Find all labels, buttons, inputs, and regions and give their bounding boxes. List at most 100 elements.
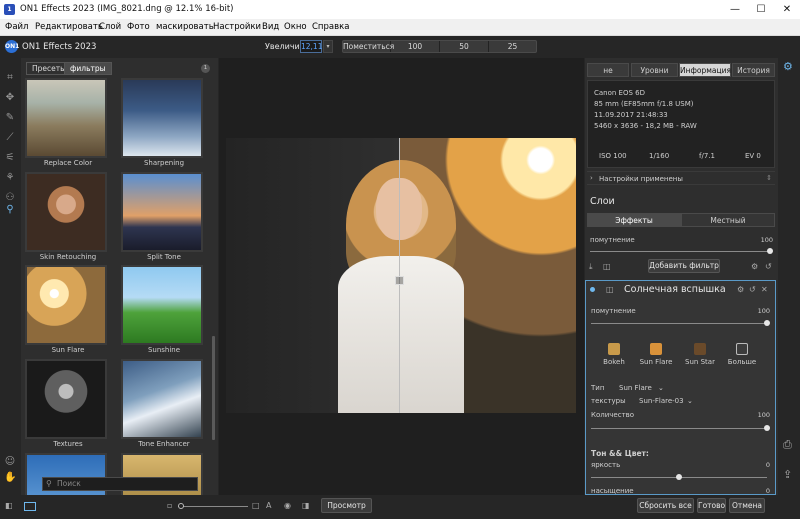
tab-filters[interactable]: фильтры bbox=[64, 62, 112, 75]
zoom-dropdown-chevron-icon[interactable]: ▾ bbox=[323, 40, 333, 53]
view-mode-icon[interactable] bbox=[24, 502, 36, 511]
menu-mask[interactable]: маскировать bbox=[156, 22, 214, 32]
zoom-small-icon[interactable]: ▫ bbox=[167, 501, 172, 510]
filter-tile-tone-enhancer[interactable]: Tone Enhancer bbox=[121, 359, 207, 448]
menu-photo[interactable]: Фото bbox=[127, 22, 150, 32]
flare-type-sun-flare[interactable]: Sun Flare bbox=[636, 343, 676, 366]
flare-type-sun-star[interactable]: Sun Star bbox=[680, 343, 720, 366]
done-button[interactable]: Готово bbox=[697, 498, 726, 513]
tab-navigator[interactable]: не bbox=[587, 63, 629, 77]
filter-tile-sun-flare[interactable]: Sun Flare bbox=[25, 265, 111, 354]
zoom-fit-button[interactable]: Поместиться bbox=[343, 41, 394, 52]
text-icon[interactable]: A bbox=[266, 501, 271, 510]
brightness-value[interactable]: 0 bbox=[750, 461, 770, 469]
print-icon[interactable]: ⎙ bbox=[783, 438, 792, 452]
photo-preview[interactable] bbox=[226, 138, 576, 413]
texture-chevron-icon[interactable]: ⌄ bbox=[687, 397, 693, 405]
menu-help[interactable]: Справка bbox=[312, 22, 349, 32]
compare-icon[interactable]: ◨ bbox=[302, 501, 310, 510]
thumbnail-size-knob[interactable] bbox=[178, 503, 184, 509]
filter-close-icon[interactable]: ✕ bbox=[761, 285, 768, 294]
zoom-25-button[interactable]: 25 bbox=[489, 41, 536, 52]
move-tool-icon[interactable]: ✥ bbox=[4, 92, 16, 104]
tab-info[interactable]: Информация bbox=[679, 63, 731, 77]
split-handle[interactable] bbox=[395, 276, 404, 285]
retouch-tool-icon[interactable]: ⚘ bbox=[4, 172, 16, 184]
filter-tile-replace-color[interactable]: Replace Color bbox=[25, 78, 111, 167]
zoom-50-button[interactable]: 50 bbox=[440, 41, 489, 52]
zoom-input[interactable]: 12,11 bbox=[300, 40, 322, 53]
filter-opacity-knob[interactable] bbox=[764, 320, 770, 326]
filter-gear-icon[interactable]: ⚙ bbox=[737, 285, 744, 294]
reset-all-button[interactable]: Сбросить все bbox=[637, 498, 694, 513]
menu-edit[interactable]: Редактировать bbox=[35, 22, 103, 32]
applied-settings-row[interactable]: › Настройки применены ⇕ bbox=[587, 171, 775, 185]
zoom-100-button[interactable]: 100 bbox=[391, 41, 440, 52]
layer-opacity-track[interactable] bbox=[590, 251, 770, 252]
filter-tile-sunshine[interactable]: Sunshine bbox=[121, 265, 207, 354]
layer-opacity-knob[interactable] bbox=[767, 248, 773, 254]
cancel-button[interactable]: Отмена bbox=[729, 498, 765, 513]
amount-track[interactable] bbox=[591, 428, 767, 429]
crop-tool-icon[interactable]: ⌗ bbox=[4, 72, 16, 84]
flare-type-more[interactable]: Больше bbox=[722, 343, 762, 366]
zoom-large-icon[interactable]: □ bbox=[252, 501, 260, 510]
import-icon[interactable]: ⤓ bbox=[589, 262, 593, 272]
mask-icon[interactable]: ◫ bbox=[603, 262, 611, 271]
brightness-knob[interactable] bbox=[676, 474, 682, 480]
user-icon[interactable]: ☺ bbox=[4, 456, 16, 468]
image-canvas[interactable] bbox=[219, 58, 584, 495]
preview-button[interactable]: Просмотр bbox=[321, 498, 372, 513]
amount-value[interactable]: 100 bbox=[750, 411, 770, 419]
texture-value[interactable]: Sun-Flare-03 bbox=[639, 397, 684, 405]
saturation-value[interactable]: 0 bbox=[750, 487, 770, 495]
menu-layer[interactable]: Слой bbox=[99, 22, 121, 32]
presets-search-input[interactable]: ⚲ Поиск bbox=[42, 477, 198, 491]
visibility-dot-icon[interactable] bbox=[590, 287, 595, 292]
presets-scrollbar[interactable] bbox=[212, 336, 215, 440]
flare-type-label: Bokeh bbox=[603, 358, 625, 366]
type-value[interactable]: Sun Flare bbox=[619, 384, 652, 392]
clone-tool-icon[interactable]: ⚇ bbox=[4, 192, 16, 204]
filter-label: Split Tone bbox=[147, 253, 181, 261]
filter-tile-skin-retouching[interactable]: Skin Retouching bbox=[25, 172, 111, 261]
filter-reset-icon[interactable]: ↺ bbox=[749, 285, 756, 294]
tab-history[interactable]: История bbox=[732, 63, 775, 77]
type-chevron-icon[interactable]: ⌄ bbox=[658, 384, 664, 392]
flare-type-bokeh[interactable]: Bokeh bbox=[594, 343, 634, 366]
menu-view[interactable]: Вид bbox=[262, 22, 279, 32]
menu-settings[interactable]: Настройки bbox=[213, 22, 261, 32]
circle-icon[interactable]: ◉ bbox=[284, 501, 291, 510]
amount-knob[interactable] bbox=[764, 425, 770, 431]
tab-levels[interactable]: Уровни bbox=[631, 63, 678, 77]
brush-tool-icon[interactable]: ✎ bbox=[4, 112, 16, 124]
filter-tile-textures[interactable]: Textures bbox=[25, 359, 111, 448]
reset-icon[interactable]: ↺ bbox=[765, 262, 772, 271]
layer-opacity-value[interactable]: 100 bbox=[753, 236, 773, 244]
camera-model: Canon EOS 6D bbox=[594, 89, 646, 97]
filter-opacity-track[interactable] bbox=[591, 323, 767, 324]
hand-tool-icon[interactable]: ✋ bbox=[4, 472, 16, 484]
tab-local[interactable]: Местный bbox=[681, 213, 775, 227]
tab-effects[interactable]: Эффекты bbox=[587, 213, 681, 227]
maximize-button[interactable]: ☐ bbox=[748, 0, 774, 19]
filter-tile-sharpening[interactable]: Sharpening bbox=[121, 78, 207, 167]
gradient-tool-icon[interactable]: ⚟ bbox=[4, 152, 16, 164]
info-badge[interactable]: 1 bbox=[201, 64, 210, 73]
tool-rail: ⌗ ✥ ✎ ⟋ ⚟ ⚘ ⚇ ⚲ ☺ ✋ bbox=[0, 58, 20, 519]
close-button[interactable]: ✕ bbox=[774, 0, 800, 19]
menu-file[interactable]: Файл bbox=[5, 22, 28, 32]
filter-tile-split-tone[interactable]: Split Tone bbox=[121, 172, 207, 261]
menu-window[interactable]: Окно bbox=[284, 22, 307, 32]
share-icon[interactable]: ⇪ bbox=[783, 468, 792, 481]
panel-toggle-icon[interactable]: ◧ bbox=[5, 501, 13, 510]
thumbnail-size-slider[interactable] bbox=[178, 506, 248, 507]
filter-mask-icon[interactable]: ◫ bbox=[606, 285, 614, 294]
zoom-tool-icon[interactable]: ⚲ bbox=[4, 204, 16, 216]
gear-icon[interactable]: ⚙ bbox=[751, 262, 758, 271]
add-filter-button[interactable]: Добавить фильтр bbox=[648, 259, 720, 273]
mask-brush-icon[interactable]: ⟋ bbox=[4, 132, 16, 144]
settings-gear-icon[interactable]: ⚙ bbox=[783, 60, 793, 73]
filter-opacity-value[interactable]: 100 bbox=[750, 307, 770, 315]
minimize-button[interactable]: — bbox=[722, 0, 748, 19]
